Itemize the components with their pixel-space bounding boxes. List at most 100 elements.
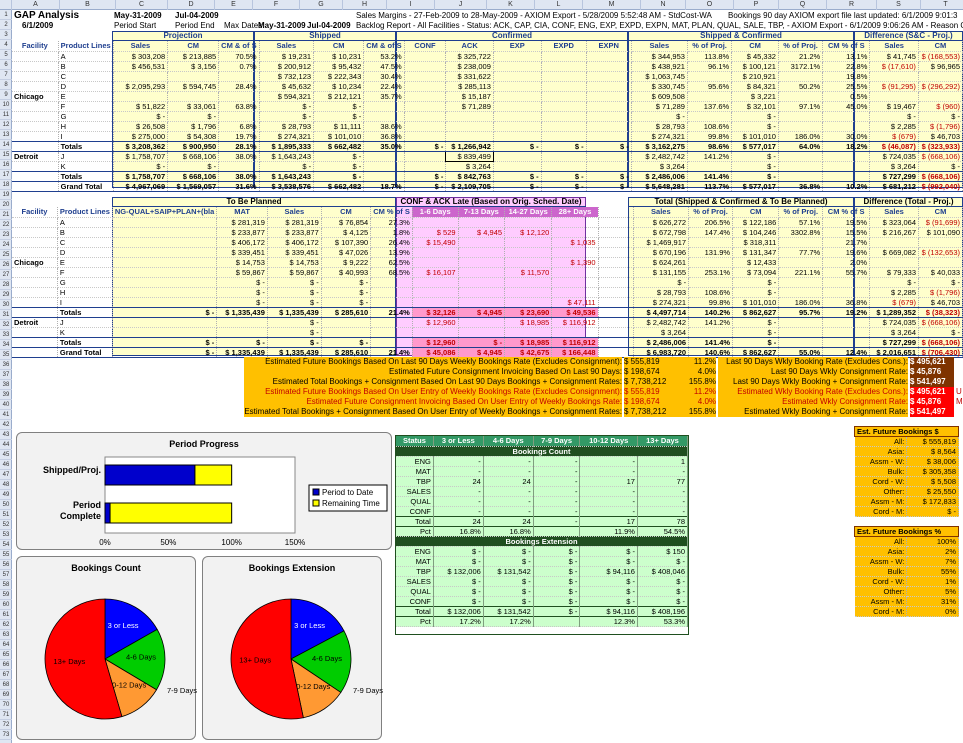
data-cell[interactable]: $ 330,745 <box>631 81 688 92</box>
row-label[interactable] <box>12 217 58 228</box>
column-header[interactable]: P <box>734 0 779 10</box>
data-cell[interactable]: $ - <box>541 140 587 152</box>
row-label[interactable] <box>12 101 59 112</box>
row-label[interactable] <box>12 306 58 318</box>
row-label[interactable] <box>12 180 59 192</box>
row-header[interactable]: 16 <box>0 160 12 170</box>
data-cell[interactable]: - <box>533 466 581 477</box>
data-cell[interactable] <box>363 111 405 122</box>
row-header[interactable]: 54 <box>0 540 12 550</box>
data-cell[interactable]: 0.5% <box>822 91 871 102</box>
data-cell[interactable]: $ - <box>259 161 315 172</box>
col-header[interactable]: 14-27 Days <box>504 207 553 218</box>
row-header[interactable]: 6 <box>0 60 12 70</box>
data-cell[interactable]: $ 47,111 <box>551 297 599 308</box>
data-cell[interactable] <box>598 336 634 348</box>
row-header[interactable]: 29 <box>0 290 12 300</box>
col-header[interactable]: Sales <box>259 41 315 52</box>
data-cell[interactable]: $ 200,912 <box>259 61 315 72</box>
data-cell[interactable]: Pct <box>396 525 434 537</box>
data-cell[interactable] <box>541 51 587 62</box>
data-cell[interactable]: $ 1,796 <box>167 121 220 132</box>
data-cell[interactable]: $ - <box>404 140 447 152</box>
data-cell[interactable]: $ - <box>731 170 779 182</box>
data-cell[interactable]: 17 <box>579 515 638 527</box>
data-cell[interactable]: $ 59,867 <box>267 267 322 278</box>
data-cell[interactable] <box>586 131 632 142</box>
data-cell[interactable]: - <box>433 466 484 477</box>
data-cell[interactable] <box>551 217 599 228</box>
future-value[interactable]: 0% <box>906 606 959 617</box>
data-cell[interactable]: $ - <box>533 576 581 587</box>
row-label[interactable]: Totals <box>57 336 113 348</box>
data-cell[interactable]: Total <box>396 515 434 527</box>
data-cell[interactable]: $ 318,311 <box>732 237 780 248</box>
data-cell[interactable]: $ 408,196 <box>637 605 689 617</box>
data-cell[interactable] <box>493 81 542 92</box>
data-cell[interactable]: $ 9,222 <box>321 257 372 268</box>
column-header[interactable]: L <box>535 0 583 10</box>
row-header[interactable]: 37 <box>0 370 12 380</box>
data-cell[interactable] <box>822 121 871 132</box>
row-label[interactable]: Detroit <box>12 317 58 328</box>
data-cell[interactable] <box>869 237 920 248</box>
data-cell[interactable]: $ - <box>404 170 447 182</box>
row-label[interactable] <box>12 71 59 82</box>
future-label[interactable]: Cord - M: <box>854 506 908 517</box>
data-cell[interactable] <box>918 71 963 82</box>
data-cell[interactable]: $ - <box>267 336 322 348</box>
data-cell[interactable]: $ 2,486,006 <box>633 336 690 348</box>
data-cell[interactable] <box>404 121 447 132</box>
col-header[interactable]: % of Proj. <box>778 207 824 218</box>
future-value[interactable]: $ 5,508 <box>906 476 959 487</box>
data-cell[interactable]: $ 669,082 <box>869 247 920 258</box>
data-cell[interactable]: $ (668,106) <box>918 336 963 348</box>
data-cell[interactable]: 17.2% <box>433 615 484 627</box>
data-cell[interactable]: $ 1,289,352 <box>869 306 920 318</box>
col-header[interactable]: CM <box>313 41 365 52</box>
data-cell[interactable]: $ - <box>483 586 534 597</box>
row-header[interactable]: 17 <box>0 170 12 180</box>
row-header[interactable]: 72 <box>0 720 12 730</box>
row-header[interactable]: 23 <box>0 230 12 240</box>
row-label[interactable]: Totals <box>58 170 114 182</box>
row-header[interactable]: 63 <box>0 630 12 640</box>
data-cell[interactable]: $ 862,627 <box>732 306 780 318</box>
data-cell[interactable]: MAT <box>396 556 434 567</box>
data-cell[interactable] <box>918 91 963 102</box>
data-cell[interactable]: $ 4,967,069 <box>113 180 169 192</box>
data-cell[interactable]: $ - <box>918 327 963 338</box>
data-cell[interactable]: $ - <box>404 180 447 192</box>
data-cell[interactable] <box>778 91 824 102</box>
data-cell[interactable] <box>586 61 632 72</box>
data-cell[interactable] <box>458 257 506 268</box>
data-cell[interactable]: 24 <box>483 476 534 487</box>
data-cell[interactable] <box>370 336 413 348</box>
data-cell[interactable]: $ (17,610) <box>869 61 919 72</box>
row-label[interactable]: I <box>57 297 113 308</box>
data-cell[interactable]: 68.5% <box>370 267 413 278</box>
col-header[interactable]: Sales <box>869 41 919 52</box>
data-cell[interactable]: $ 26,508 <box>113 121 169 132</box>
data-cell[interactable]: $ 216,267 <box>869 227 920 238</box>
data-cell[interactable]: $ - <box>267 277 322 288</box>
row-header[interactable]: 41 <box>0 410 12 420</box>
data-cell[interactable]: $ 233,877 <box>267 227 322 238</box>
data-cell[interactable] <box>586 161 632 172</box>
row-header[interactable]: 42 <box>0 420 12 430</box>
data-cell[interactable]: 30.0% <box>822 131 871 142</box>
data-cell[interactable]: $ - <box>493 140 542 152</box>
row-header[interactable]: 60 <box>0 600 12 610</box>
row-header[interactable]: 47 <box>0 470 12 480</box>
data-cell[interactable]: $ - <box>533 546 581 557</box>
data-cell[interactable]: $ 131,347 <box>732 247 780 258</box>
data-cell[interactable] <box>458 317 506 328</box>
data-cell[interactable] <box>778 317 824 328</box>
data-cell[interactable]: $ 94,116 <box>579 605 638 617</box>
data-cell[interactable]: $ - <box>579 556 638 567</box>
future-label[interactable]: Bulk: <box>854 466 908 477</box>
data-cell[interactable] <box>493 91 542 102</box>
data-cell[interactable]: $ 116,912 <box>551 317 599 328</box>
data-cell[interactable]: $ 59,867 <box>216 267 268 278</box>
data-cell[interactable]: $ 3,538,576 <box>259 180 315 192</box>
